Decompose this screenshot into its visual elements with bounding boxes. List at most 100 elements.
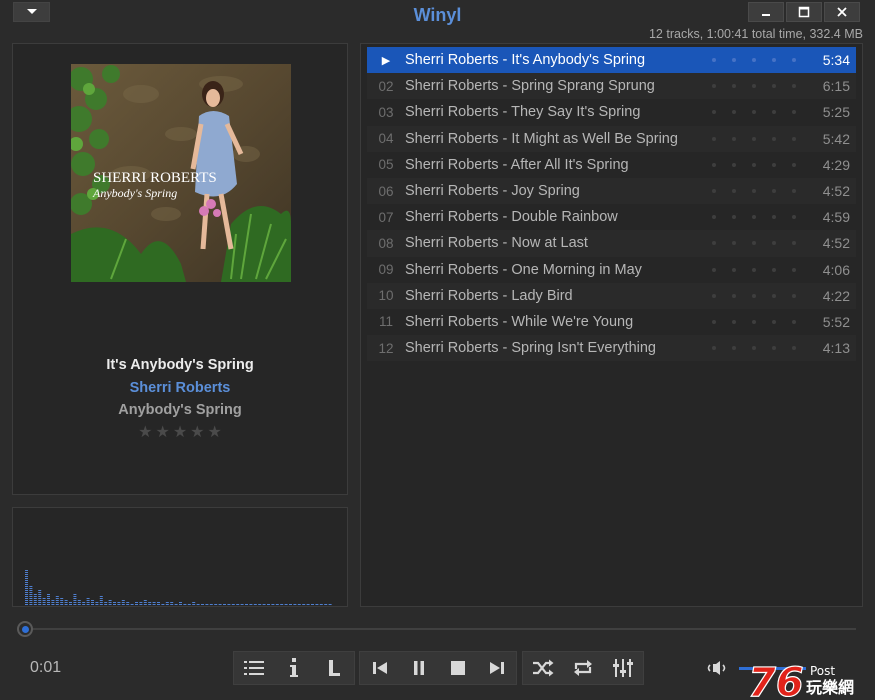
track-number: 10 bbox=[378, 288, 394, 304]
rating-dot bbox=[752, 58, 756, 63]
volume-button[interactable] bbox=[706, 660, 728, 676]
rating-dot bbox=[712, 58, 716, 63]
track-rating[interactable] bbox=[712, 136, 796, 141]
rating-dot bbox=[732, 241, 736, 246]
track-name: Sherri Roberts - Spring Isn't Everything bbox=[405, 340, 656, 357]
rating-dot bbox=[772, 136, 776, 141]
track-duration: 4:13 bbox=[822, 340, 850, 357]
maximize-button[interactable] bbox=[786, 2, 822, 22]
track-duration: 5:34 bbox=[822, 52, 850, 69]
rating-dot bbox=[772, 84, 776, 89]
playlist-row[interactable]: 04 Sherri Roberts - It Might as Well Be S… bbox=[367, 125, 856, 152]
now-playing-artist[interactable]: Sherri Roberts bbox=[13, 380, 347, 396]
track-rating[interactable] bbox=[712, 293, 796, 298]
list-icon bbox=[244, 661, 264, 675]
playlist-row[interactable]: 06 Sherri Roberts - Joy Spring 4:52 bbox=[367, 177, 856, 205]
track-rating[interactable] bbox=[712, 189, 796, 194]
track-rating[interactable] bbox=[712, 215, 796, 220]
rating-dot bbox=[712, 136, 716, 141]
track-rating[interactable] bbox=[712, 241, 796, 246]
rating-dot bbox=[712, 162, 716, 167]
track-duration: 6:15 bbox=[822, 78, 850, 95]
rating-dot bbox=[772, 162, 776, 167]
track-rating[interactable] bbox=[712, 319, 796, 324]
rating-dot bbox=[712, 110, 716, 115]
elapsed-time: 0:01 bbox=[30, 659, 62, 676]
info-button[interactable] bbox=[274, 652, 314, 684]
rating-dot bbox=[712, 319, 716, 324]
track-duration: 4:22 bbox=[822, 287, 850, 304]
equalizer-button[interactable] bbox=[603, 652, 643, 684]
rating-dot bbox=[792, 241, 796, 246]
stop-button[interactable] bbox=[438, 652, 477, 684]
track-rating[interactable] bbox=[712, 346, 796, 351]
rating-dot bbox=[752, 293, 756, 298]
playlist-row[interactable]: 08 Sherri Roberts - Now at Last 4:52 bbox=[367, 230, 856, 257]
track-rating[interactable] bbox=[712, 110, 796, 115]
track-rating[interactable] bbox=[712, 58, 796, 63]
repeat-button[interactable] bbox=[563, 652, 603, 684]
seek-handle[interactable] bbox=[17, 621, 33, 637]
pause-button[interactable] bbox=[399, 652, 438, 684]
star-icon[interactable]: ★ bbox=[138, 425, 152, 441]
rating-dot bbox=[752, 346, 756, 351]
transport-controls bbox=[359, 651, 517, 685]
track-name: Sherri Roberts - Joy Spring bbox=[405, 183, 580, 200]
track-name: Sherri Roberts - It Might as Well Be Spr… bbox=[405, 130, 678, 147]
rating-dot bbox=[752, 241, 756, 246]
playlist[interactable]: ▶ Sherri Roberts - It's Anybody's Spring 5… bbox=[360, 43, 863, 607]
rating-dot bbox=[752, 319, 756, 324]
track-rating[interactable] bbox=[712, 84, 796, 89]
playlist-row[interactable]: 10 Sherri Roberts - Lady Bird 4:22 bbox=[367, 282, 856, 309]
view-controls bbox=[233, 651, 355, 685]
visualizer-panel bbox=[12, 507, 348, 607]
star-icon[interactable]: ★ bbox=[190, 425, 204, 441]
track-number: 09 bbox=[378, 262, 394, 278]
rating-dot bbox=[752, 110, 756, 115]
playlist-row[interactable]: 11 Sherri Roberts - While We're Young 5:52 bbox=[367, 309, 856, 335]
rating-dot bbox=[792, 58, 796, 63]
playlist-row[interactable]: 12 Sherri Roberts - Spring Isn't Everythi… bbox=[367, 335, 856, 362]
rating-dot bbox=[732, 84, 736, 89]
rating-dot bbox=[732, 319, 736, 324]
playlist-row[interactable]: 03 Sherri Roberts - They Say It's Spring 5… bbox=[367, 99, 856, 125]
shuffle-button[interactable] bbox=[523, 652, 563, 684]
star-icon[interactable]: ★ bbox=[173, 425, 187, 441]
track-rating[interactable] bbox=[712, 267, 796, 272]
svg-text:Post: Post bbox=[810, 664, 835, 678]
rating-dot bbox=[732, 136, 736, 141]
app-title: Winyl bbox=[413, 5, 462, 25]
playlist-row[interactable]: 09 Sherri Roberts - One Morning in May 4:0… bbox=[367, 257, 856, 283]
previous-icon bbox=[372, 662, 387, 674]
track-name: Sherri Roberts - It's Anybody's Spring bbox=[405, 52, 646, 69]
next-button[interactable] bbox=[477, 652, 516, 684]
previous-button[interactable] bbox=[360, 652, 399, 684]
library-stats: 12 tracks, 1:00:41 total time, 332.4 MB bbox=[648, 27, 863, 41]
lyrics-button[interactable] bbox=[314, 652, 354, 684]
star-icon[interactable]: ★ bbox=[208, 425, 222, 441]
next-icon bbox=[489, 662, 504, 674]
playlist-row[interactable]: 07 Sherri Roberts - Double Rainbow 4:59 bbox=[367, 204, 856, 230]
minimize-button[interactable] bbox=[748, 2, 784, 22]
playlist-row[interactable]: ▶ Sherri Roberts - It's Anybody's Spring 5… bbox=[367, 47, 856, 74]
volume-icon bbox=[707, 661, 726, 675]
playlist-button[interactable] bbox=[234, 652, 274, 684]
track-number: 07 bbox=[378, 209, 394, 225]
track-rating[interactable]: ★ ★ ★ ★ ★ bbox=[13, 425, 347, 441]
playlist-row[interactable]: 05 Sherri Roberts - After All It's Spring… bbox=[367, 152, 856, 178]
track-duration: 4:52 bbox=[822, 183, 850, 200]
now-playing-panel: SHERRI ROBERTS Anybody's Spring It's Any… bbox=[12, 43, 348, 495]
star-icon[interactable]: ★ bbox=[155, 425, 169, 441]
now-playing-album[interactable]: Anybody's Spring bbox=[13, 402, 347, 418]
track-rating[interactable] bbox=[712, 162, 796, 167]
rating-dot bbox=[792, 267, 796, 272]
cover-album-text: Anybody's Spring bbox=[92, 186, 177, 200]
playlist-row[interactable]: 02 Sherri Roberts - Spring Sprang Sprung 6… bbox=[367, 73, 856, 100]
rating-dot bbox=[772, 241, 776, 246]
track-duration: 4:29 bbox=[822, 156, 850, 173]
rating-dot bbox=[732, 162, 736, 167]
seek-bar[interactable] bbox=[18, 628, 856, 630]
close-button[interactable] bbox=[824, 2, 860, 22]
rating-dot bbox=[792, 215, 796, 220]
rating-dot bbox=[752, 267, 756, 272]
